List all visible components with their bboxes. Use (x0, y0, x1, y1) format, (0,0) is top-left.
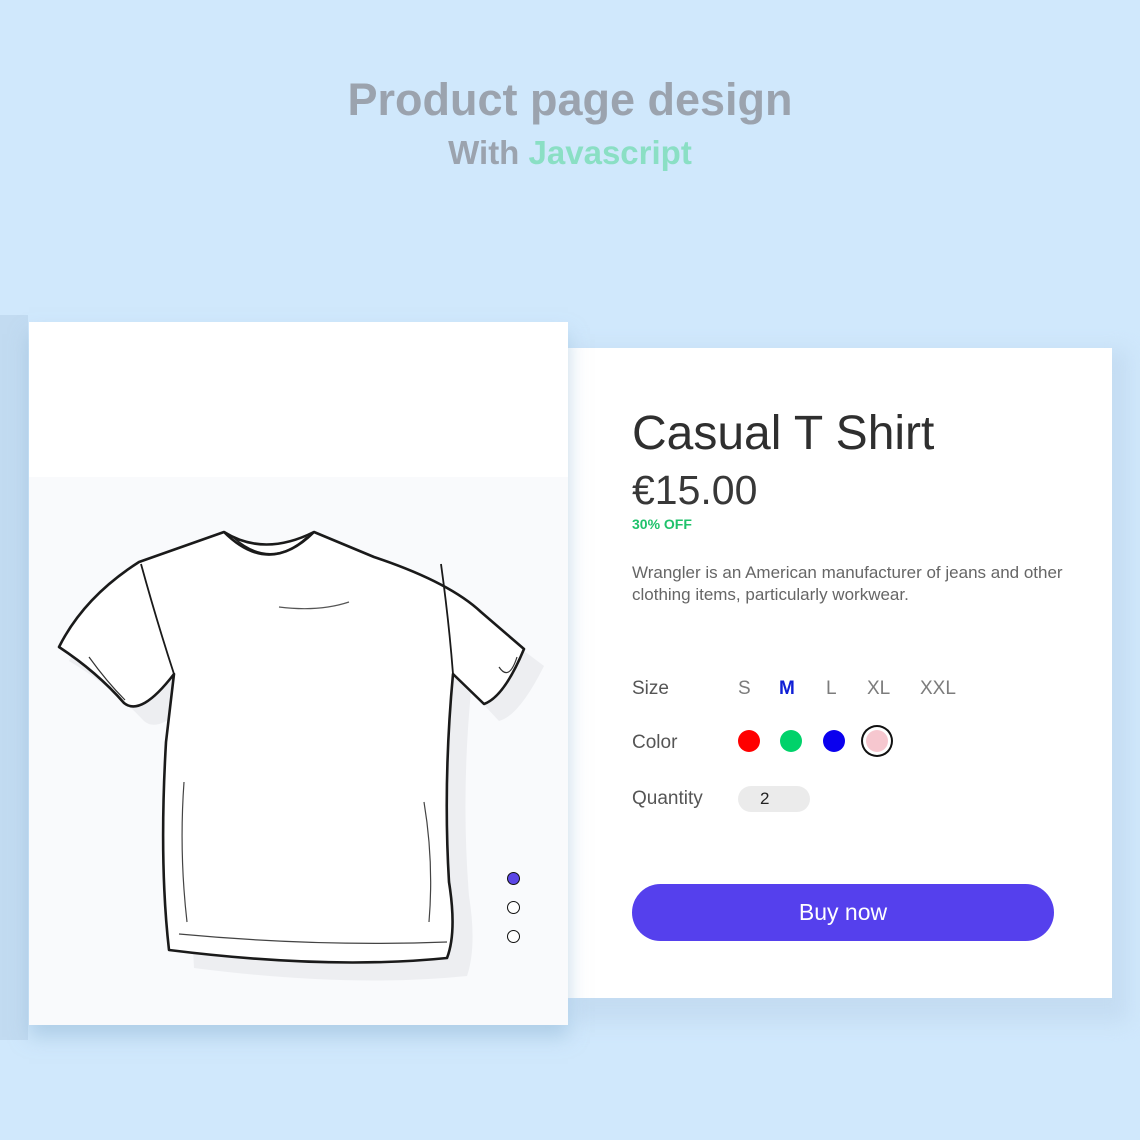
product-info-card: Casual T Shirt €15.00 30% OFF Wrangler i… (568, 348, 1112, 998)
buy-now-button[interactable]: Buy now (632, 884, 1054, 941)
color-swatch-red[interactable] (738, 730, 760, 752)
size-option-xl[interactable]: XL (867, 678, 890, 700)
subtitle-accent: Javascript (528, 134, 692, 171)
size-label: Size (632, 678, 669, 699)
card-shadow (0, 315, 28, 1040)
product-image-card (29, 322, 568, 1025)
image-slider-dots (507, 872, 523, 959)
size-option-xxl[interactable]: XXL (920, 678, 956, 700)
page-title: Product page design (347, 74, 793, 125)
quantity-input[interactable]: 2 (738, 786, 810, 812)
discount-badge: 30% OFF (632, 516, 692, 532)
color-label: Color (632, 732, 678, 753)
page-header: Product page design With Javascript (0, 72, 1140, 178)
product-description: Wrangler is an American manufacturer of … (632, 563, 1063, 604)
color-swatch-pink[interactable] (866, 730, 888, 752)
slider-dot-1[interactable] (507, 872, 520, 885)
size-option-s[interactable]: S (738, 678, 751, 700)
color-swatch-blue[interactable] (823, 730, 845, 752)
subtitle-prefix: With (448, 134, 520, 171)
quantity-label: Quantity (632, 788, 703, 809)
product-price: €15.00 (632, 467, 758, 513)
slider-dot-3[interactable] (507, 930, 520, 943)
size-option-l[interactable]: L (826, 678, 837, 700)
size-option-m[interactable]: M (779, 678, 795, 700)
product-name: Casual T Shirt (632, 407, 935, 460)
t-shirt-icon (57, 530, 544, 981)
page-subtitle: With Javascript (0, 128, 1140, 178)
color-swatch-green[interactable] (780, 730, 802, 752)
slider-dot-2[interactable] (507, 901, 520, 914)
